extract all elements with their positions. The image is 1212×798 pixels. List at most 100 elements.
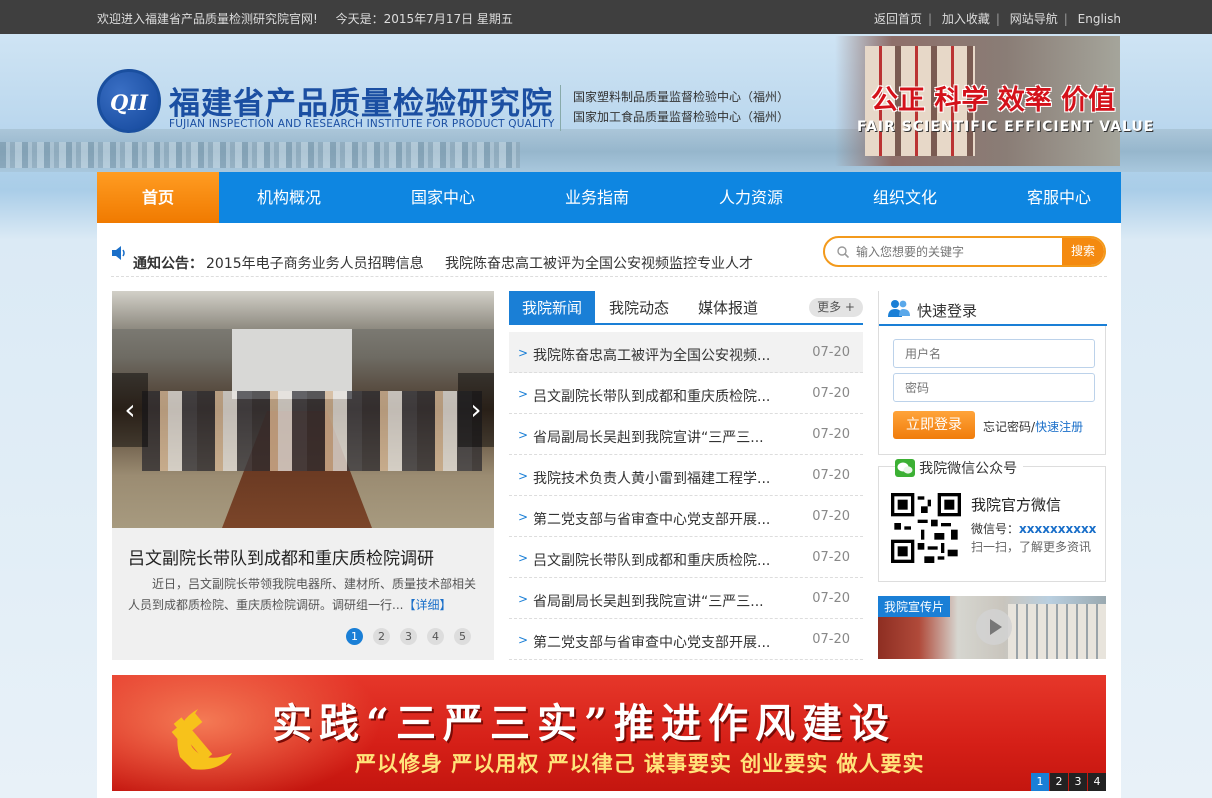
photo-ceiling [112,291,494,329]
news-date: 07-20 [812,632,850,647]
list-item[interactable]: > 我院技术负责人黄小雷到福建工程学... 07-20 [509,455,863,496]
tab-media-reports[interactable]: 媒体报道 [698,291,758,325]
banner-pagination: 1234 [1030,773,1106,791]
username-input[interactable] [893,339,1095,368]
slider-pagination: 12345 [346,628,481,645]
banner-page-button[interactable]: 2 [1050,773,1068,791]
wechat-icon [895,459,915,477]
news-date: 07-20 [812,468,850,483]
slider-photo[interactable]: ‹ › [112,291,494,528]
more-button[interactable]: 更多 + [809,298,863,317]
nav-culture[interactable]: 组织文化 [843,172,967,223]
wechat-id-label: 微信号： [971,522,1020,536]
hammer-sickle-icon [171,709,232,770]
center-food: 国家加工食品质量监督检验中心（福州） [573,110,790,124]
play-icon[interactable] [976,609,1012,645]
chevron-right-icon: > [518,387,529,401]
banner-page-button[interactable]: 4 [1088,773,1106,791]
slider-page-dot[interactable]: 4 [427,628,444,645]
main-nav: 首页 机构概况 国家中心 业务指南 人力资源 组织文化 客服中心 [97,172,1121,232]
link-sitemap[interactable]: 网站导航 [1010,12,1058,26]
wechat-title: 我院微信公众号 [919,461,1018,477]
news-date: 07-20 [812,591,850,606]
slider-page-dot[interactable]: 2 [373,628,390,645]
wechat-official-label: 我院官方微信 [971,496,1062,514]
nav-home[interactable]: 首页 [97,172,219,223]
site-title-en: FUJIAN INSPECTION AND RESEARCH INSTITUTE… [169,118,555,130]
chevron-right-icon: > [518,346,529,360]
slogan-banner: 公正 科学 效率 价值 FAIR SCIENTIFIC EFFICIENT VA… [835,36,1153,166]
quick-login-panel: 快速登录 立即登录 忘记密码/快速注册 [878,291,1107,455]
slider-next-button[interactable]: › [458,373,494,447]
banner-subline: 严以修身 严以用权 严以律己 谋事要实 创业要实 做人要实 [355,751,925,776]
logo-icon[interactable]: QII [97,69,161,133]
logo-mark-text: QII [110,90,148,115]
news-title: 省局副局长吴赳到我院宣讲“三严三... [533,594,764,610]
news-date: 07-20 [812,386,850,401]
banner-headline: 实践“三严三实”推进作风建设 [272,700,897,747]
forgot-password-link[interactable]: 忘记密码 [983,420,1031,434]
nav-about[interactable]: 机构概况 [227,172,351,223]
news-title: 省局副局长吴赳到我院宣讲“三严三... [533,430,764,446]
slider-caption[interactable]: 吕文副院长带队到成都和重庆质检院调研 [128,544,434,569]
list-item[interactable]: > 第二党支部与省审查中心党支部开展... 07-20 [509,619,863,660]
notice-item[interactable]: 2015年电子商务业务人员招聘信息 [206,253,424,273]
news-title: 第二党支部与省审查中心党支部开展... [533,512,771,528]
banner-page-button[interactable]: 3 [1069,773,1087,791]
news-title: 我院技术负责人黄小雷到福建工程学... [533,471,771,487]
login-button[interactable]: 立即登录 [893,411,975,439]
campaign-banner[interactable]: 实践“三严三实”推进作风建设 严以修身 严以用权 严以律己 谋事要实 创业要实 … [112,675,1106,791]
login-links: 忘记密码/快速注册 [983,418,1083,435]
news-title: 吕文副院长带队到成都和重庆质检院... [533,553,771,569]
top-bar-left: 欢迎进入福建省产品质量检测研究院官网! 今天是：2015年7月17日 星期五 [97,10,527,27]
login-title: 快速登录 [917,302,978,320]
center-plastics: 国家塑料制品质量监督检验中心（福州） [573,90,790,104]
chevron-right-icon: > [518,510,529,524]
news-slider: ‹ › 吕文副院长带队到成都和重庆质检院调研 近日，吕文副院长带领我院电器所、建… [112,291,494,660]
slider-page-dot[interactable]: 5 [454,628,471,645]
news-date: 07-20 [812,509,850,524]
video-building-image [1008,604,1106,659]
news-date: 07-20 [812,427,850,442]
slogan-en: FAIR SCIENTIFIC EFFICIENT VALUE [857,119,1155,135]
wechat-scan-hint: 扫一扫，了解更多资讯 [971,540,1092,554]
slider-prev-button[interactable]: ‹ [112,373,148,447]
tab-institute-updates[interactable]: 我院动态 [609,291,669,325]
slider-page-dot[interactable]: 3 [400,628,417,645]
nav-business-guide[interactable]: 业务指南 [535,172,659,223]
password-input[interactable] [893,373,1095,402]
promo-video[interactable]: 我院宣传片 [878,596,1106,659]
link-favorite[interactable]: 加入收藏 [942,12,990,26]
slider-page-dot[interactable]: 1 [346,628,363,645]
news-title: 我院陈奋忠高工被评为全国公安视频... [533,348,771,364]
link-home[interactable]: 返回首页 [874,12,922,26]
nav-human-resources[interactable]: 人力资源 [689,172,813,223]
search-button[interactable]: 搜索 [1062,238,1104,265]
news-date: 07-20 [812,345,850,360]
list-item[interactable]: > 吕文副院长带队到成都和重庆质检院... 07-20 [509,373,863,414]
nav-national-center[interactable]: 国家中心 [381,172,505,223]
list-item[interactable]: > 第二党支部与省审查中心党支部开展... 07-20 [509,496,863,537]
site-header: QII 福建省产品质量检验研究院 FUJIAN INSPECTION AND R… [0,34,1212,172]
site-title[interactable]: 福建省产品质量检验研究院 [169,78,553,123]
top-bar: 欢迎进入福建省产品质量检测研究院官网! 今天是：2015年7月17日 星期五 返… [0,0,1212,34]
search-input[interactable] [856,242,1056,262]
list-item[interactable]: > 省局副局长吴赳到我院宣讲“三严三... 07-20 [509,578,863,619]
slider-detail-link[interactable]: 【详细】 [403,598,451,612]
link-english[interactable]: English [1078,12,1121,26]
tab-institute-news[interactable]: 我院新闻 [509,291,595,325]
news-list: > 我院陈奋忠高工被评为全国公安视频... 07-20 > 吕文副院长带队到成都和重庆… [509,332,863,660]
chevron-right-icon: > [518,633,529,647]
slider-description: 近日，吕文副院长带领我院电器所、建材所、质量技术部相关人员到成都质检院、重庆质检… [128,574,482,616]
notice-bar: 通知公告： 2015年电子商务业务人员招聘信息 我院陈奋忠高工被评为全国公安视频… [111,233,1107,277]
notice-item[interactable]: 我院陈奋忠高工被评为全国公安视频监控专业人才 [445,253,753,273]
list-item[interactable]: > 我院陈奋忠高工被评为全国公安视频... 07-20 [509,332,863,373]
list-item[interactable]: > 省局副局长吴赳到我院宣讲“三严三... 07-20 [509,414,863,455]
header-city-texture [0,142,520,168]
qr-code-icon [891,493,961,563]
register-link[interactable]: 快速注册 [1035,420,1083,434]
slogan-cn: 公正 科学 效率 价值 [871,85,1116,116]
nav-customer-service[interactable]: 客服中心 [997,172,1121,223]
banner-page-button[interactable]: 1 [1031,773,1049,791]
list-item[interactable]: > 吕文副院长带队到成都和重庆质检院... 07-20 [509,537,863,578]
